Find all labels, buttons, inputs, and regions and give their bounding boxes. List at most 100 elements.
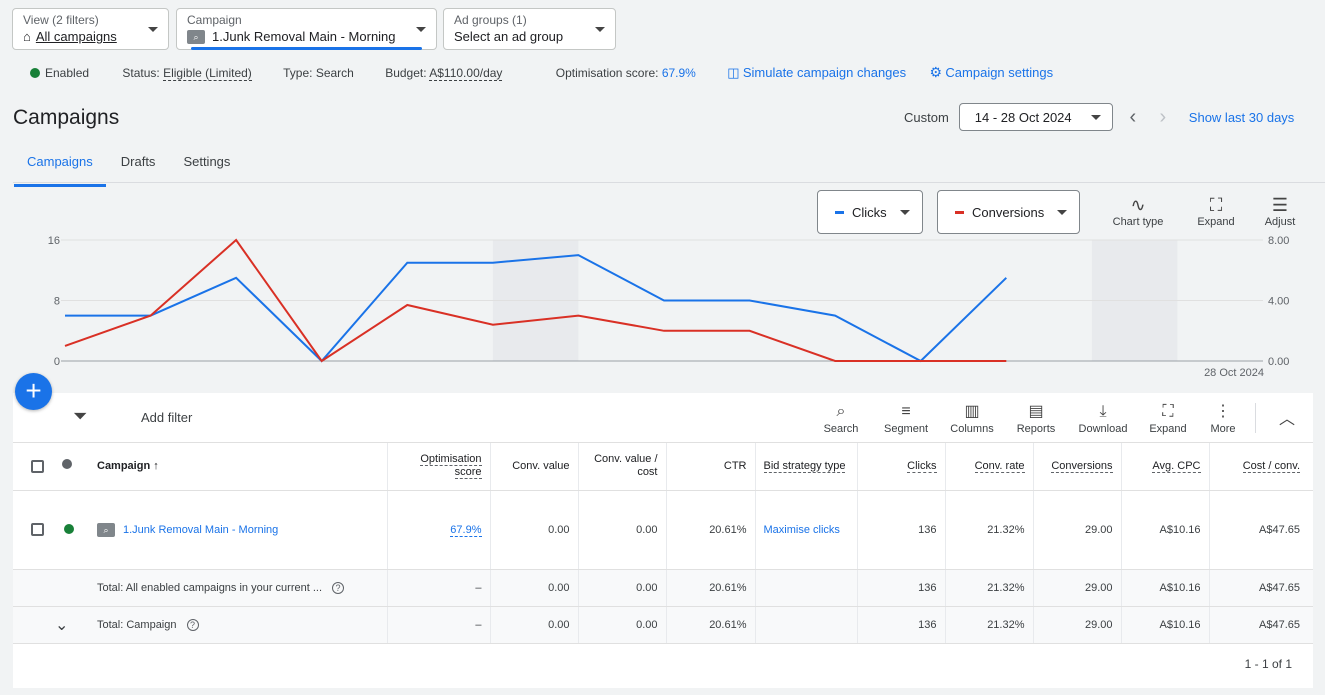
budget-value[interactable]: A$110.00/day xyxy=(429,66,503,81)
avg-cpc-header[interactable]: Avg. CPC xyxy=(1120,443,1209,491)
type-label: Type: Search xyxy=(283,66,354,80)
campaign-name-link[interactable]: 1.Junk Removal Main - Morning xyxy=(123,523,278,535)
reports-tool-label: Reports xyxy=(1016,423,1056,435)
expand-tool-button[interactable]: ⛶ Expand xyxy=(1138,401,1198,435)
search-campaign-icon: ⌕ xyxy=(187,29,205,44)
total-campaign-clicks: 136 xyxy=(856,606,945,644)
selected-indicator xyxy=(191,47,422,50)
campaign-table: Campaign ↑ Optimisation score Conv. value… xyxy=(13,443,1313,644)
total-enabled-conv-value-cost: 0.00 xyxy=(577,569,666,607)
total-enabled-cost-conv: A$47.65 xyxy=(1208,569,1313,607)
previous-period-icon[interactable]: ‹ xyxy=(1123,106,1143,129)
show-last-30-days-link[interactable]: Show last 30 days xyxy=(1189,110,1295,125)
conv-value-header[interactable]: Conv. value xyxy=(489,443,578,491)
chart-type-icon: ∿ xyxy=(1130,195,1146,215)
metric1-label: Clicks xyxy=(852,204,887,220)
row-conversions: 29.00 xyxy=(1032,490,1121,570)
x-end-label: 28 Oct 2024 xyxy=(1204,367,1264,378)
row-checkbox[interactable] xyxy=(31,523,44,536)
simulate-button[interactable]: ◫ Simulate campaign changes xyxy=(727,65,906,80)
conversions-header[interactable]: Conversions xyxy=(1032,443,1121,491)
total-campaign-cost-conv: A$47.65 xyxy=(1208,606,1313,644)
ad-group-selector-value: Select an ad group xyxy=(454,29,564,44)
date-range-row: Custom 14 - 28 Oct 2024 ‹ › Show last 30… xyxy=(904,103,1294,131)
campaign-selector[interactable]: Campaign ⌕ 1.Junk Removal Main - Morning xyxy=(176,8,437,50)
more-tool-label: More xyxy=(1210,423,1236,435)
chart-line-icon: ◫ xyxy=(727,65,740,80)
filter-bar: ⏷ Add filter ⌕ Search ≡ Segment ▥ Columns ▤… xyxy=(13,393,1313,443)
opt-score-header[interactable]: Optimisation score xyxy=(386,443,490,491)
conversions-header-label: Conversions xyxy=(1051,459,1113,473)
optimisation-value[interactable]: 67.9% xyxy=(662,66,696,80)
download-tool-button[interactable]: ⤓ Download xyxy=(1073,401,1133,435)
select-all-checkbox[interactable] xyxy=(31,459,44,473)
download-tool-label: Download xyxy=(1078,423,1128,435)
tab-divider xyxy=(13,182,1325,183)
chart-adjust-button[interactable]: ☰ Adjust xyxy=(1258,194,1302,228)
columns-tool-button[interactable]: ▥ Columns xyxy=(942,401,1002,435)
download-icon: ⤓ xyxy=(1099,403,1107,420)
more-tool-button[interactable]: ⋮ More xyxy=(1193,401,1253,435)
row-clicks: 136 xyxy=(856,490,945,570)
left-tick-label: 8 xyxy=(54,296,60,308)
gear-icon: ⚙ xyxy=(929,64,943,80)
clicks-header[interactable]: Clicks xyxy=(856,443,945,491)
view-selector-value: All campaigns xyxy=(35,29,117,44)
budget-label: Budget: xyxy=(385,66,427,80)
chart-expand-button[interactable]: ⛶ Expand xyxy=(1191,194,1241,228)
metric2-label: Conversions xyxy=(972,204,1045,220)
search-icon: ⌕ xyxy=(836,403,846,420)
total-campaign-label-cell: Total: Campaign? xyxy=(89,606,387,644)
next-period-icon[interactable]: › xyxy=(1153,106,1173,129)
search-tool-button[interactable]: ⌕ Search xyxy=(811,401,871,435)
status-value[interactable]: Eligible (Limited) xyxy=(163,66,252,81)
total-campaign-expand-cell: ⌄ xyxy=(53,606,89,644)
enabled-status-icon[interactable] xyxy=(64,523,74,534)
row-conv-value-cost: 0.00 xyxy=(577,490,666,570)
total-campaign-bid xyxy=(754,606,857,644)
total-enabled-label-cell: Total: All enabled campaigns in your cur… xyxy=(89,569,387,607)
filter-icon[interactable]: ⏷ xyxy=(73,406,87,427)
columns-tool-label: Columns xyxy=(950,423,994,435)
chart-adjust-label: Adjust xyxy=(1264,216,1296,228)
cost-conv-header[interactable]: Cost / conv. xyxy=(1208,443,1313,491)
total-campaign-conv-value: 0.00 xyxy=(489,606,578,644)
segment-tool-button[interactable]: ≡ Segment xyxy=(876,401,936,435)
campaign-settings-button[interactable]: ⚙ Campaign settings xyxy=(929,64,1054,80)
conv-value-cost-header[interactable]: Conv. value / cost xyxy=(577,443,666,491)
ad-group-selector-label: Ad groups (1) xyxy=(454,13,527,27)
segment-tool-label: Segment xyxy=(883,423,929,435)
plus-icon: + xyxy=(25,375,42,406)
total-enabled-label: Total: All enabled campaigns in your cur… xyxy=(97,581,323,594)
campaign-header[interactable]: Campaign ↑ xyxy=(89,443,387,491)
ctr-header[interactable]: CTR xyxy=(665,443,755,491)
row-bid-strategy[interactable]: Maximise clicks xyxy=(754,490,857,570)
bid-strategy-header[interactable]: Bid strategy type xyxy=(754,443,857,491)
ad-group-selector[interactable]: Ad groups (1) Select an ad group xyxy=(443,8,616,50)
chevron-down-icon xyxy=(416,27,426,32)
row-conv-value: 0.00 xyxy=(489,490,578,570)
total-enabled-ctr: 20.61% xyxy=(665,569,755,607)
total-campaign-ctr: 20.61% xyxy=(665,606,755,644)
add-filter-button[interactable]: Add filter xyxy=(141,410,192,425)
campaign-selector-value: 1.Junk Removal Main - Morning xyxy=(212,29,396,44)
row-conv-rate: 21.32% xyxy=(944,490,1033,570)
row-opt-score-value: 67.9% xyxy=(450,523,482,537)
date-range-picker[interactable]: 14 - 28 Oct 2024 xyxy=(958,103,1113,131)
help-icon[interactable]: ? xyxy=(186,618,199,631)
chevron-up-icon[interactable]: ︿ xyxy=(1279,405,1295,429)
total-enabled-conv-rate: 21.32% xyxy=(944,569,1033,607)
campaign-header-label: Campaign xyxy=(97,459,151,472)
reports-tool-button[interactable]: ▤ Reports xyxy=(1006,401,1066,435)
row-opt-score[interactable]: 67.9% xyxy=(386,490,490,570)
chevron-down-icon[interactable]: ⌄ xyxy=(55,617,68,634)
conv-value-cost-header-2: cost xyxy=(637,466,658,479)
view-selector[interactable]: View (2 filters) ⌂ All campaigns xyxy=(12,8,169,50)
campaign-selector-label: Campaign xyxy=(187,13,242,27)
conv-rate-header[interactable]: Conv. rate xyxy=(944,443,1033,491)
right-tick-label: 4.00 xyxy=(1268,296,1289,308)
create-button[interactable]: + xyxy=(15,373,52,410)
help-icon[interactable]: ? xyxy=(332,581,345,594)
chart-type-button[interactable]: ∿ Chart type xyxy=(1108,194,1168,228)
right-tick-label: 8.00 xyxy=(1268,235,1289,247)
